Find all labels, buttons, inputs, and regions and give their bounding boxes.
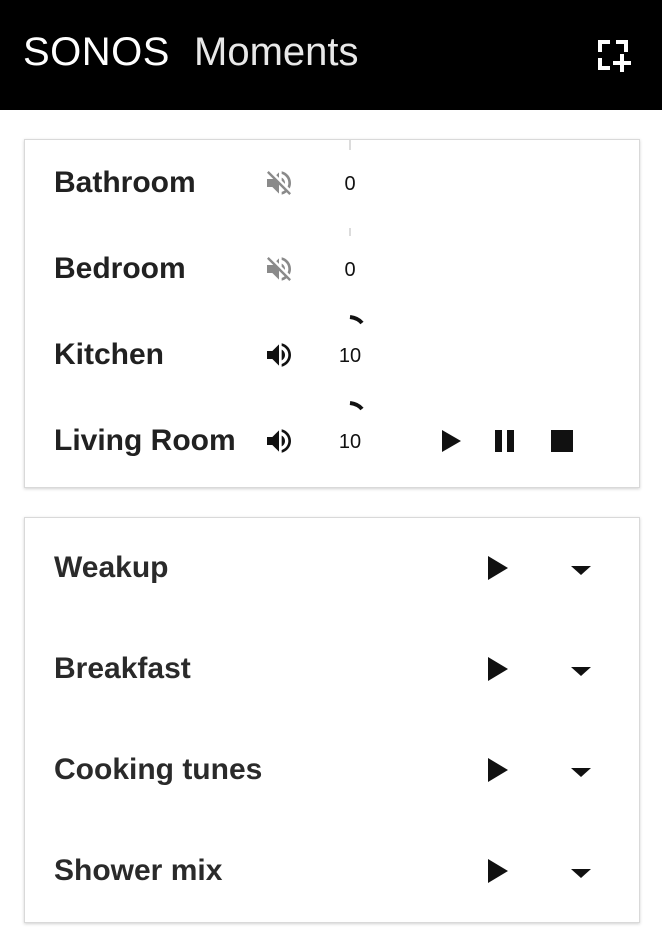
play-moment-button[interactable] (481, 855, 513, 887)
moment-row: Cooking tunes (25, 720, 639, 821)
moment-name: Cooking tunes (54, 753, 263, 786)
volume-value: 10 (338, 431, 362, 453)
room-row-bedroom: Bedroom 0 (25, 226, 639, 312)
page-title: Moments (194, 30, 359, 74)
moment-name: Weakup (54, 551, 169, 584)
stop-button[interactable] (545, 424, 579, 458)
pause-icon (495, 430, 514, 452)
moment-menu-button[interactable] (565, 655, 597, 685)
add-moment-button[interactable] (592, 34, 636, 78)
moment-row: Breakfast (25, 619, 639, 720)
volume-up-icon (267, 343, 291, 367)
moment-menu-button[interactable] (565, 554, 597, 584)
volume-muted-icon (267, 171, 291, 195)
volume-value: 10 (338, 345, 362, 367)
room-name: Bedroom (54, 252, 186, 285)
brand-logo: SONOS (23, 30, 170, 74)
arrow-drop-down-icon (571, 667, 591, 676)
play-icon (488, 657, 508, 681)
add-fullscreen-icon (598, 40, 631, 72)
mute-toggle-button[interactable] (263, 425, 295, 457)
volume-value: 0 (344, 173, 356, 195)
moment-menu-button[interactable] (565, 857, 597, 887)
volume-muted-icon (267, 257, 291, 281)
room-name: Living Room (54, 424, 236, 457)
moment-row: Weakup (25, 518, 639, 619)
arrow-drop-down-icon (571, 768, 591, 777)
moment-row: Shower mix (25, 821, 639, 922)
mute-toggle-button[interactable] (263, 339, 295, 371)
moment-name: Shower mix (54, 854, 223, 887)
room-row-bathroom: Bathroom 0 (25, 140, 639, 226)
arrow-drop-down-icon (571, 566, 591, 575)
play-moment-button[interactable] (481, 754, 513, 786)
play-moment-button[interactable] (481, 653, 513, 685)
room-row-living-room: Living Room 10 (25, 398, 639, 484)
room-name: Bathroom (54, 166, 196, 199)
moment-name: Breakfast (54, 652, 191, 685)
mute-toggle-button[interactable] (263, 253, 295, 285)
volume-value: 0 (344, 259, 356, 281)
arrow-drop-down-icon (571, 869, 591, 878)
play-button[interactable] (433, 424, 467, 458)
pause-button[interactable] (488, 424, 522, 458)
play-icon (488, 556, 508, 580)
moment-menu-button[interactable] (565, 756, 597, 786)
room-row-kitchen: Kitchen 10 (25, 312, 639, 398)
app-header: SONOS Moments (0, 0, 662, 110)
volume-up-icon (267, 429, 291, 453)
play-icon (488, 758, 508, 782)
room-name: Kitchen (54, 338, 165, 371)
play-icon (442, 430, 461, 452)
stop-icon (551, 430, 573, 452)
play-moment-button[interactable] (481, 552, 513, 584)
play-icon (488, 859, 508, 883)
mute-toggle-button[interactable] (263, 167, 295, 199)
rooms-card: Bathroom 0 Bedroom 0 Kitchen 10 Living R… (24, 139, 640, 488)
moments-card: Weakup Breakfast Cooking tunes Shower mi… (24, 517, 640, 923)
